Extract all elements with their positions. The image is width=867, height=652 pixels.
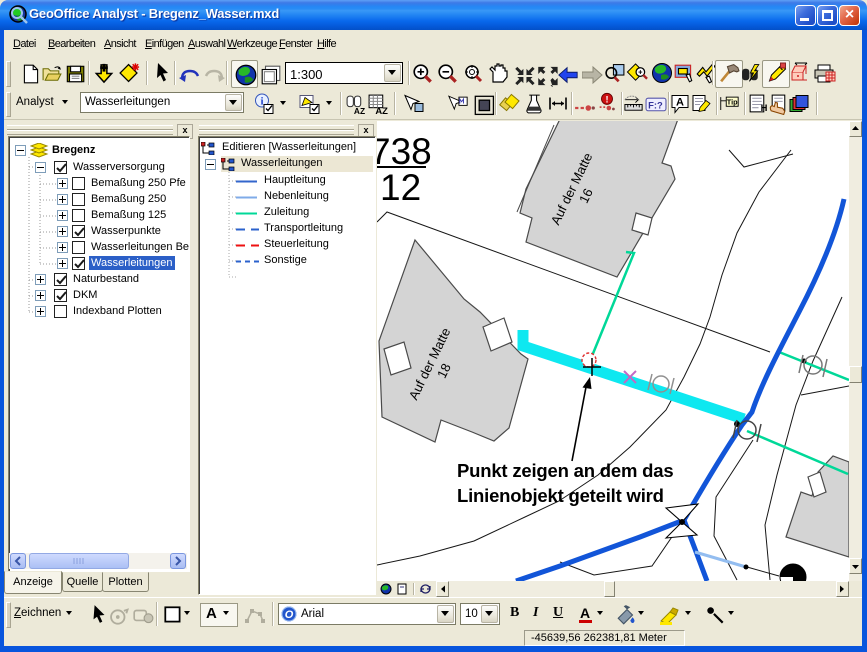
svg-text:AZ: AZ	[354, 106, 365, 115]
svg-text:Linienobjekt geteilt wird: Linienobjekt geteilt wird	[457, 485, 664, 506]
svg-text:A: A	[676, 97, 684, 109]
svg-text:Tip: Tip	[727, 97, 738, 106]
svg-text:AZ: AZ	[375, 105, 388, 115]
svg-text:!: !	[605, 95, 608, 105]
svg-text:Punkt zeigen an dem das: Punkt zeigen an dem das	[457, 460, 673, 481]
svg-text:H: H	[761, 102, 768, 113]
svg-text:12: 12	[380, 167, 421, 208]
svg-text:738: 738	[377, 131, 432, 172]
svg-text:O: O	[285, 609, 294, 621]
svg-text:i: i	[260, 96, 263, 108]
svg-text:F:?: F:?	[648, 100, 663, 111]
